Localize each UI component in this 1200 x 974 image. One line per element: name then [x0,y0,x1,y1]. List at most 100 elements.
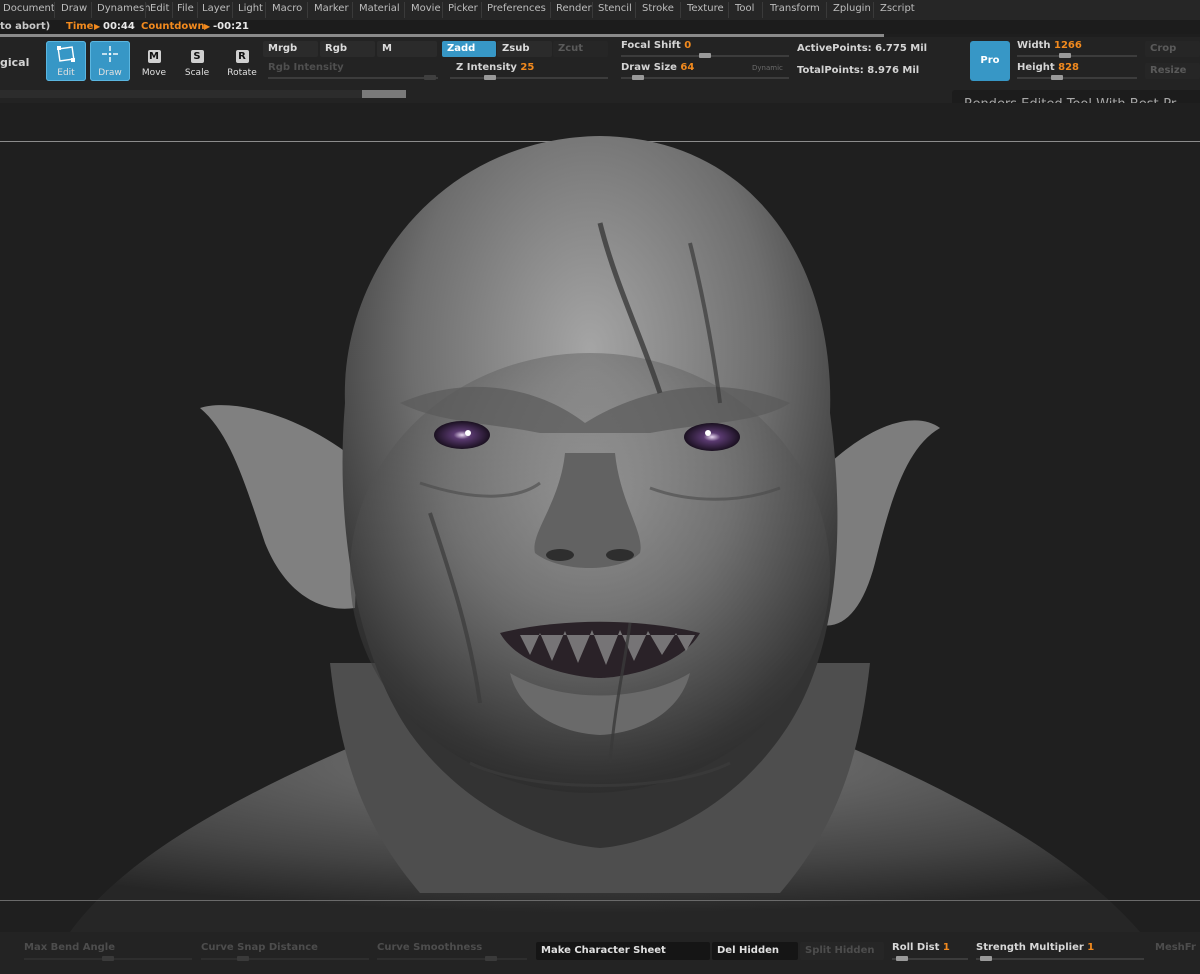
draw-size-slider[interactable] [621,75,789,80]
menu-separator [442,2,443,18]
menu-texture[interactable]: Texture [687,3,724,14]
active-points: ActivePoints: 6.775 Mil [797,43,928,54]
menu-separator [873,2,874,18]
height-knob[interactable] [1051,75,1063,80]
roll-dist-knob[interactable] [896,956,908,961]
roll-dist-slider[interactable] [892,956,968,961]
shelf-scrollbar[interactable] [0,90,406,98]
z-intensity-knob[interactable] [483,75,496,80]
zsub-button[interactable]: Zsub [497,41,552,57]
rgb-button[interactable]: Rgb [320,41,375,57]
mrgb-button[interactable]: Mrgb [263,41,318,57]
width-label: Width 1266 [1017,40,1082,51]
menu-layer[interactable]: Layer [202,3,230,14]
height-slider[interactable] [1017,75,1137,80]
menu-dynamesh[interactable]: Dynamesh [97,3,151,14]
curve-smoothness-knob[interactable] [485,956,497,961]
menu-separator [352,2,353,18]
draw-size-knob[interactable] [631,75,644,80]
rotate-icon: R [222,45,262,63]
width-value: 1266 [1054,40,1082,51]
pro-render-button[interactable]: Pro [970,41,1010,81]
split-hidden-button[interactable]: Split Hidden [800,942,884,960]
menu-preferences[interactable]: Preferences [487,3,546,14]
menu-edit[interactable]: Edit [150,3,169,14]
menu-tool[interactable]: Tool [735,3,754,14]
shelf-scrollbar-thumb[interactable] [362,90,406,98]
focal-shift-slider[interactable] [621,53,789,58]
dynamic-toggle[interactable]: Dynamic [752,64,783,72]
resize-button[interactable]: Resize [1145,63,1200,79]
sculpt-model [70,136,1140,932]
menu-separator [404,2,405,18]
height-value: 828 [1058,62,1079,73]
menu-separator [728,2,729,18]
menu-separator [232,2,233,18]
z-intensity-label: Z Intensity 25 [456,62,535,73]
countdown-label: Countdown [141,21,205,32]
edit-button[interactable]: Edit [46,41,86,81]
rotate-button[interactable]: R Rotate [222,41,262,81]
width-slider[interactable] [1017,53,1137,58]
move-button[interactable]: M Move [134,41,174,81]
width-knob[interactable] [1059,53,1071,58]
crop-button[interactable]: Crop [1145,41,1200,57]
curve-smoothness-slider[interactable]: Curve Smoothness [377,942,482,953]
draw-size-value: 64 [680,62,695,73]
m-button[interactable]: M [377,41,437,57]
focal-shift-knob[interactable] [699,53,711,58]
menu-stroke[interactable]: Stroke [642,3,674,14]
menu-picker[interactable]: Picker [448,3,478,14]
zadd-button[interactable]: Zadd [442,41,496,57]
menu-macro[interactable]: Macro [272,3,302,14]
strength-multiplier-slider[interactable] [976,956,1144,961]
menu-transform[interactable]: Transform [770,3,820,14]
max-bend-angle-slider[interactable]: Max Bend Angle [24,942,115,953]
menu-separator [680,2,681,18]
menu-render[interactable]: Render [556,3,592,14]
time-label: Time [66,21,94,32]
curve-smoothness-track[interactable] [377,956,527,961]
menu-separator [145,2,146,18]
menu-zplugin[interactable]: Zplugin [833,3,871,14]
menu-separator [265,2,266,18]
curve-snap-distance-slider[interactable]: Curve Snap Distance [201,942,318,953]
menu-separator [481,2,482,18]
shelf-cut-label: gical [0,56,30,69]
menu-separator [635,2,636,18]
document-bottom-border [0,900,1200,901]
draw-icon [90,45,130,67]
time-value: 00:44 [103,21,135,32]
menu-movie[interactable]: Movie [411,3,441,14]
draw-size-label: Draw Size 64 [621,62,695,73]
menu-draw[interactable]: Draw [61,3,87,14]
del-hidden-button[interactable]: Del Hidden [712,942,798,960]
max-bend-angle-track[interactable] [24,956,192,961]
rgb-intensity-knob[interactable] [424,75,436,80]
meshfrom-button[interactable]: MeshFr [1155,942,1196,953]
rgb-intensity-slider[interactable] [268,75,438,80]
z-intensity-slider[interactable] [450,75,608,80]
edit-icon [46,45,86,67]
max-bend-angle-knob[interactable] [102,956,114,961]
strength-multiplier-knob[interactable] [980,956,992,961]
menu-marker[interactable]: Marker [314,3,349,14]
menu-file[interactable]: File [177,3,194,14]
strength-multiplier-label: Strength Multiplier 1 [976,942,1095,953]
menu-material[interactable]: Material [359,3,400,14]
menu-stencil[interactable]: Stencil [598,3,632,14]
draw-button[interactable]: Draw [90,41,130,81]
menu-document[interactable]: Document [3,3,55,14]
make-character-sheet-button[interactable]: Make Character Sheet [536,942,710,960]
total-points: TotalPoints: 8.976 Mil [797,65,920,76]
menu-light[interactable]: Light [238,3,263,14]
curve-snap-distance-knob[interactable] [237,956,249,961]
zcut-button[interactable]: Zcut [553,41,608,57]
viewport-canvas[interactable] [0,103,1200,932]
menu-separator [762,2,763,18]
menu-separator [91,2,92,18]
curve-snap-distance-track[interactable] [201,956,369,961]
menu-separator [172,2,173,18]
menu-zscript[interactable]: Zscript [880,3,915,14]
scale-button[interactable]: S Scale [177,41,217,81]
